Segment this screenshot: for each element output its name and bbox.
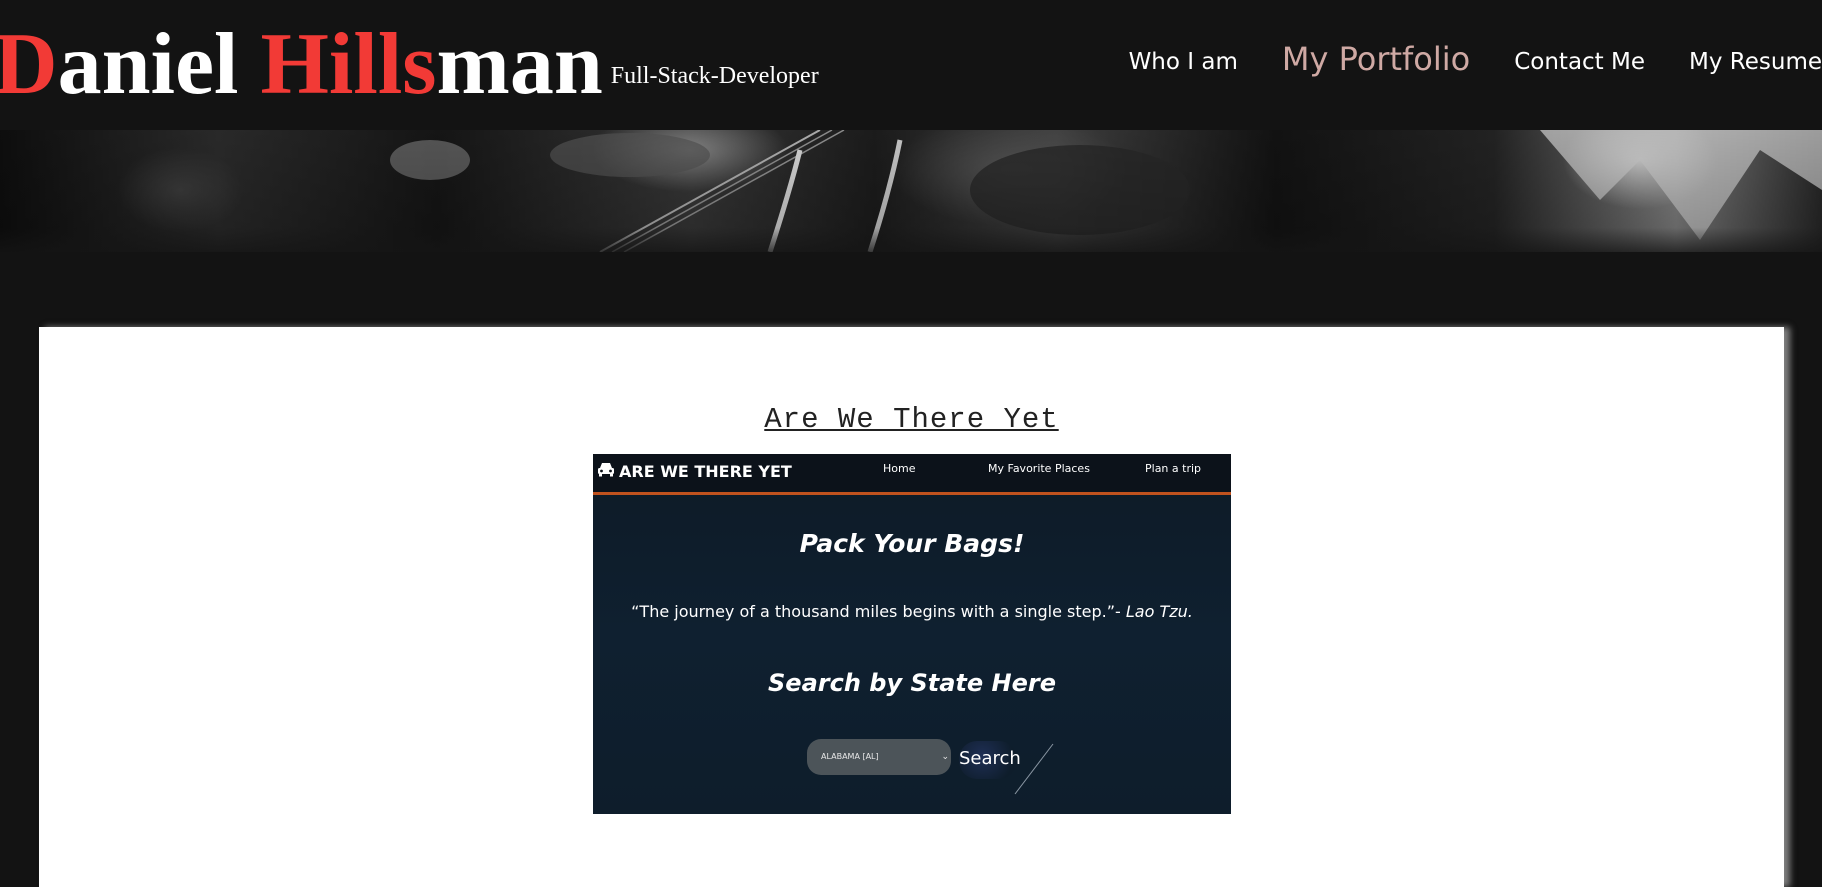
shot-quote-text: “The journey of a thousand miles begins … (631, 602, 1126, 621)
shot-brand-label: ARE WE THERE YET (619, 462, 792, 481)
brand-subtitle: Full-Stack-Developer (610, 63, 819, 89)
project-title[interactable]: Are We There Yet (39, 403, 1784, 436)
banner-overlay (0, 130, 1822, 252)
nav-contact-me[interactable]: Contact Me (1514, 49, 1645, 75)
shot-select-value: ALABAMA [AL] (821, 752, 879, 761)
shot-nav-home: Home (883, 462, 916, 475)
nav-my-portfolio[interactable]: My Portfolio (1282, 40, 1470, 78)
brand-letter-d: D (0, 16, 58, 113)
brand-part-man: man (436, 16, 603, 113)
shot-heading: Pack Your Bags! (799, 529, 1025, 558)
shot-quote: “The journey of a thousand miles begins … (593, 602, 1231, 621)
shot-nav-favorite-places: My Favorite Places (988, 462, 1090, 475)
main-nav: Who I am My Portfolio Contact Me My Resu… (1085, 36, 1822, 88)
project-screenshot[interactable]: ARE WE THERE YET Home My Favorite Places… (593, 454, 1231, 814)
site-header: Daniel Hillsman Full-Stack-Developer Who … (0, 0, 1822, 130)
shot-brand: ARE WE THERE YET (597, 461, 792, 481)
shot-nav-plan-trip: Plan a trip (1145, 462, 1202, 475)
decoration-stroke (1014, 743, 1054, 795)
car-icon (597, 461, 615, 481)
shot-search-heading: Search by State Here (768, 669, 1056, 697)
shot-decoration-line (1014, 743, 1054, 795)
shot-navbar: ARE WE THERE YET Home My Favorite Places… (593, 454, 1231, 495)
brand-part-hills: Hills (260, 16, 437, 113)
shot-quote-author: Lao Tzu. (1125, 602, 1193, 621)
hero-banner-image (0, 130, 1822, 252)
brand-name[interactable]: Daniel Hillsman Full-Stack-Developer (0, 18, 819, 123)
chevron-down-icon: ⌄ (941, 752, 949, 762)
shot-state-select: ALABAMA [AL] ⌄ (807, 739, 951, 775)
nav-who-i-am[interactable]: Who I am (1129, 49, 1238, 75)
shot-search-button: Search (959, 741, 1021, 779)
brand-part-aniel: aniel (57, 16, 261, 113)
portfolio-card: Are We There Yet ARE WE THERE YET Home M… (39, 327, 1784, 887)
nav-my-resume[interactable]: My Resume (1689, 49, 1822, 75)
